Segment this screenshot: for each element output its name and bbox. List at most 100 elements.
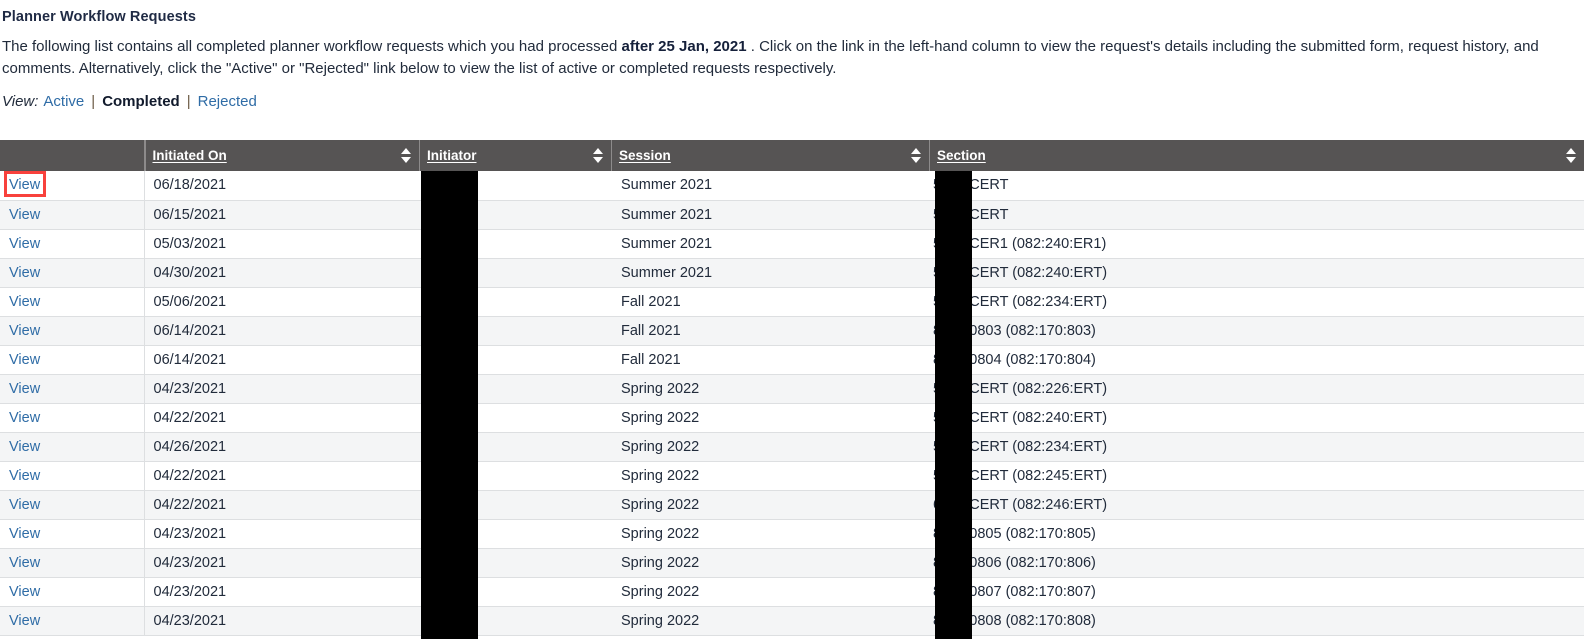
column-header-view [0, 140, 145, 171]
cell-date: 04/22/2021 [144, 461, 419, 491]
cell-sess: Spring 2022 [611, 490, 929, 520]
cell-sess: Spring 2022 [611, 374, 929, 404]
cell-date: 04/23/2021 [144, 548, 419, 578]
cell-date: 04/23/2021 [144, 519, 419, 549]
intro-text-part1: The following list contains all complete… [2, 38, 622, 55]
column-header-section-label[interactable]: Section [937, 148, 986, 163]
cell-view: View [0, 432, 145, 462]
view-request-link[interactable]: View [9, 236, 40, 252]
cell-sess: Spring 2022 [611, 519, 929, 549]
sort-arrows-icon[interactable] [401, 148, 412, 163]
view-filter-rejected-link[interactable]: Rejected [198, 93, 257, 110]
requests-table-container: Initiated On Initiator Session Section V… [0, 140, 1584, 639]
cell-init [419, 403, 611, 433]
cell-view: View [0, 461, 145, 491]
cell-sess: Summer 2021 [611, 171, 929, 201]
cell-init [419, 548, 611, 578]
table-row: View 04/30/2021 Summer 2021 5140:CERT (082:… [0, 258, 1584, 288]
cell-init [419, 229, 611, 259]
cell-sect: 5245:CERT (082:245:ERT) [929, 461, 1584, 491]
view-request-link[interactable]: View [9, 526, 40, 542]
cell-init [419, 258, 611, 288]
table-row: View 05/06/2021 Fall 2021 5234:CERT (082:23… [0, 287, 1584, 317]
page-title: Planner Workflow Requests [2, 9, 196, 25]
requests-table: Initiated On Initiator Session Section V… [0, 140, 1584, 636]
sort-arrows-icon[interactable] [1566, 148, 1577, 163]
table-row: View 06/14/2021 Fall 2021 8370:0803 (082:17… [0, 316, 1584, 346]
table-row: View 06/15/2021 Summer 2021 5127:CERT [0, 200, 1584, 230]
cell-date: 04/23/2021 [144, 577, 419, 607]
column-header-session[interactable]: Session [611, 140, 929, 171]
view-request-link[interactable]: View [9, 555, 40, 571]
sort-arrows-icon[interactable] [911, 148, 922, 163]
table-row: View 04/23/2021 Spring 2022 8370:0806 (082:… [0, 548, 1584, 578]
cell-sect: 5140:CER1 (082:240:ER1) [929, 229, 1584, 259]
view-request-link[interactable]: View [9, 410, 40, 426]
cell-date: 04/23/2021 [144, 606, 419, 636]
intro-paragraph: The following list contains all complete… [0, 25, 1584, 80]
table-row: View 04/22/2021 Spring 2022 5140:CERT (082:… [0, 403, 1584, 433]
cell-sect: 5140:CERT (082:240:ERT) [929, 258, 1584, 288]
cell-sess: Spring 2022 [611, 548, 929, 578]
view-request-link[interactable]: View [9, 177, 40, 193]
cell-sect: 8370:0803 (082:170:803) [929, 316, 1584, 346]
cell-date: 05/03/2021 [144, 229, 419, 259]
column-header-initiator[interactable]: Initiator [419, 140, 611, 171]
view-request-link[interactable]: View [9, 352, 40, 368]
cell-init [419, 432, 611, 462]
view-filter-separator-2: | [186, 93, 191, 110]
column-header-section[interactable]: Section [929, 140, 1584, 171]
cell-init [419, 461, 611, 491]
cell-view: View [0, 548, 145, 578]
cell-sect: 8370:0807 (082:170:807) [929, 577, 1584, 607]
cell-view: View [0, 316, 145, 346]
view-request-link[interactable]: View [9, 613, 40, 629]
table-body: View 06/18/2021 Summer 2021 5127:CERT View 06… [0, 171, 1584, 636]
column-header-initiated-on[interactable]: Initiated On [144, 140, 419, 171]
cell-sect: 8370:0804 (082:170:804) [929, 345, 1584, 375]
cell-view: View [0, 374, 145, 404]
cell-date: 05/06/2021 [144, 287, 419, 317]
view-request-link[interactable]: View [9, 584, 40, 600]
column-header-session-label[interactable]: Session [619, 148, 671, 163]
cell-sect: 5140:CERT (082:240:ERT) [929, 403, 1584, 433]
view-request-link[interactable]: View [9, 294, 40, 310]
cell-view: View [0, 519, 145, 549]
view-request-link[interactable]: View [9, 381, 40, 397]
view-filter-active-link[interactable]: Active [43, 93, 84, 110]
cell-date: 06/14/2021 [144, 345, 419, 375]
column-header-initiated-on-label[interactable]: Initiated On [153, 148, 227, 163]
cell-date: 04/22/2021 [144, 490, 419, 520]
cell-init [419, 606, 611, 636]
cell-sess: Spring 2022 [611, 606, 929, 636]
table-row: View 04/23/2021 Spring 2022 5126:CERT (082:… [0, 374, 1584, 404]
cell-sess: Spring 2022 [611, 403, 929, 433]
cell-init [419, 171, 611, 201]
view-request-link[interactable]: View [9, 439, 40, 455]
cell-sess: Fall 2021 [611, 287, 929, 317]
cell-view: View [0, 200, 145, 230]
cell-sess: Fall 2021 [611, 345, 929, 375]
cell-view: View [0, 403, 145, 433]
view-request-link[interactable]: View [9, 323, 40, 339]
view-request-link[interactable]: View [9, 265, 40, 281]
cell-sess: Spring 2022 [611, 461, 929, 491]
cell-date: 06/14/2021 [144, 316, 419, 346]
table-row: View 04/22/2021 Spring 2022 5245:CERT (082:… [0, 461, 1584, 491]
view-request-link[interactable]: View [9, 207, 40, 223]
view-request-link[interactable]: View [9, 497, 40, 513]
cell-date: 04/22/2021 [144, 403, 419, 433]
cell-init [419, 287, 611, 317]
cell-date: 04/30/2021 [144, 258, 419, 288]
table-header: Initiated On Initiator Session Section [0, 140, 1584, 171]
cell-init [419, 577, 611, 607]
cell-sess: Summer 2021 [611, 258, 929, 288]
cell-view: View [0, 171, 145, 201]
cell-sect: 8370:0805 (082:170:805) [929, 519, 1584, 549]
cell-init [419, 200, 611, 230]
table-row: View 05/03/2021 Summer 2021 5140:CER1 (082:… [0, 229, 1584, 259]
column-header-initiator-label[interactable]: Initiator [427, 148, 477, 163]
table-row: View 04/23/2021 Spring 2022 8370:0805 (082:… [0, 519, 1584, 549]
sort-arrows-icon[interactable] [593, 148, 604, 163]
view-request-link[interactable]: View [9, 468, 40, 484]
